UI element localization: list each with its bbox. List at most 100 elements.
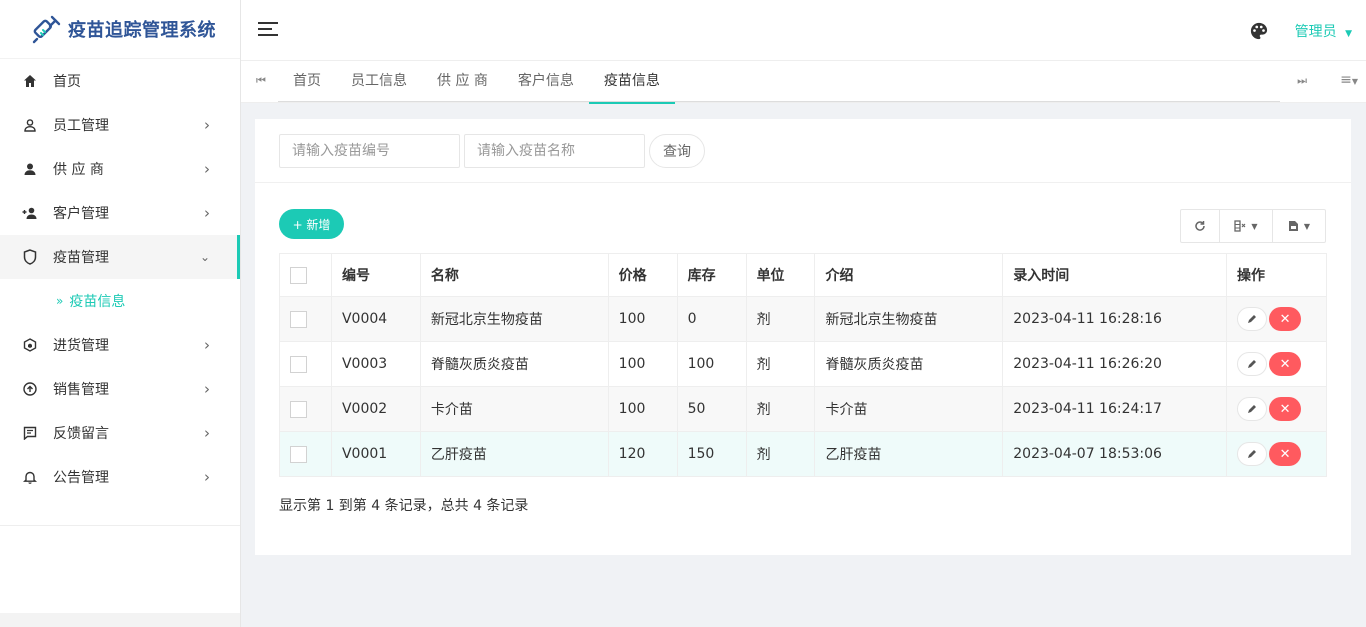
- row-checkbox[interactable]: [290, 355, 307, 373]
- column-header[interactable]: 录入时间: [1002, 253, 1228, 297]
- delete-close-icon[interactable]: ✕: [1269, 307, 1302, 331]
- tab-scroll-left-icon[interactable]: ⏮: [256, 74, 266, 88]
- sidebar-subitem-vaccine-info[interactable]: » 疫苗信息: [0, 279, 240, 323]
- table-cell: 2023-04-11 16:28:16: [1002, 296, 1228, 342]
- row-checkbox[interactable]: [290, 310, 307, 328]
- delete-close-icon[interactable]: ✕: [1269, 352, 1302, 376]
- tabs-divider: [278, 101, 1280, 102]
- row-checkbox[interactable]: [290, 445, 307, 463]
- app-title: 疫苗追踪管理系统: [68, 20, 216, 41]
- content-panel: 查询 + 新增 ▼ ▼ 编号 名称 价格 库存 单位: [255, 119, 1351, 555]
- syringe-logo-icon: [32, 15, 61, 44]
- sidebar-item-7[interactable]: 反馈留言 ›: [0, 411, 240, 455]
- chevron-right-icon: ›: [204, 424, 210, 442]
- sidebar-item-6[interactable]: 销售管理 ›: [0, 367, 240, 411]
- column-header[interactable]: 单位: [745, 253, 816, 297]
- table-row[interactable]: V0002 卡介苗 100 50 剂卡介苗 2023-04-11 16:24:17 ✕: [279, 386, 1327, 432]
- box-icon: [22, 337, 38, 353]
- column-header[interactable]: 介绍: [814, 253, 1004, 297]
- row-checkbox[interactable]: [290, 400, 307, 418]
- tab-2[interactable]: 供 应 商: [422, 61, 503, 103]
- sidebar-item-label: 销售管理: [53, 382, 109, 398]
- edit-pencil-icon[interactable]: [1237, 307, 1268, 331]
- sidebar: 疫苗追踪管理系统 首页 员工管理 › 供 应 商 › 客户管理 › 疫苗管理 ⌄ » 疫苗信息 进货管…: [0, 0, 241, 627]
- user-add-icon: [22, 205, 38, 221]
- actions-cell: ✕: [1226, 341, 1327, 387]
- palette-icon[interactable]: [1250, 22, 1268, 40]
- select-all-checkbox[interactable]: [290, 266, 307, 284]
- table-cell: 0: [676, 296, 747, 342]
- refresh-icon[interactable]: [1181, 210, 1220, 242]
- table-row[interactable]: V0001 乙肝疫苗 120 150 剂乙肝疫苗 2023-04-07 18:53:06 ✕: [279, 431, 1327, 477]
- sidebar-item-label: 供 应 商: [53, 162, 104, 178]
- pagination-info: 显示第 1 到第 4 条记录，总共 4 条记录: [279, 498, 529, 514]
- column-header[interactable]: 库存: [676, 253, 747, 297]
- edit-pencil-icon[interactable]: [1237, 352, 1268, 376]
- chevron-down-icon: ⌄: [199, 250, 210, 264]
- shield-icon: [22, 249, 38, 265]
- user-name: 管理员: [1294, 24, 1337, 40]
- sidebar-item-5[interactable]: 进货管理 ›: [0, 323, 240, 367]
- chevron-right-icon: ›: [204, 380, 210, 398]
- home-icon: [22, 73, 38, 89]
- table-cell: 剂: [745, 341, 816, 387]
- tab-options-icon[interactable]: ≡▼: [1340, 72, 1358, 88]
- sidebar-item-3[interactable]: 客户管理 ›: [0, 191, 240, 235]
- table-cell: 新冠北京生物疫苗: [419, 296, 609, 342]
- search-row: 查询: [255, 119, 1351, 183]
- table-cell: 剂: [745, 431, 816, 477]
- export-icon[interactable]: ▼: [1273, 210, 1325, 242]
- table-cell: 脊髓灰质炎疫苗: [814, 341, 1004, 387]
- upload-circle-icon: [22, 381, 38, 397]
- tab-0[interactable]: 首页: [278, 61, 336, 103]
- columns-toggle-icon[interactable]: ▼: [1220, 210, 1273, 242]
- sidebar-item-1[interactable]: 员工管理 ›: [0, 103, 240, 147]
- table-row[interactable]: V0003 脊髓灰质炎疫苗 100 100 剂脊髓灰质炎疫苗 2023-04-11 16:…: [279, 341, 1327, 387]
- sidebar-footer: [0, 613, 240, 627]
- table-cell: 100: [607, 341, 678, 387]
- sidebar-item-2[interactable]: 供 应 商 ›: [0, 147, 240, 191]
- logo[interactable]: 疫苗追踪管理系统: [0, 0, 240, 59]
- table-cell: 卡介苗: [814, 386, 1004, 432]
- vaccine-name-input[interactable]: [464, 134, 645, 168]
- tab-3[interactable]: 客户信息: [503, 61, 589, 103]
- tab-1[interactable]: 员工信息: [336, 61, 422, 103]
- column-header[interactable]: 编号: [330, 253, 421, 297]
- user-menu[interactable]: 管理员 ▼: [1295, 21, 1352, 41]
- column-header[interactable]: 名称: [419, 253, 609, 297]
- sidebar-item-0[interactable]: 首页: [0, 59, 240, 103]
- table-cell: 100: [607, 386, 678, 432]
- tab-scroll-right-icon[interactable]: ⏭: [1297, 74, 1307, 88]
- sidebar-item-label: 公告管理: [53, 470, 109, 486]
- select-cell: [279, 341, 332, 387]
- user-outline-icon: [22, 117, 38, 133]
- table-cell: 剂: [745, 296, 816, 342]
- delete-close-icon[interactable]: ✕: [1269, 397, 1302, 421]
- sidebar-item-label: 反馈留言: [53, 426, 109, 442]
- sidebar-item-8[interactable]: 公告管理 ›: [0, 455, 240, 499]
- table-cell: V0004: [330, 296, 421, 342]
- tab-4[interactable]: 疫苗信息: [588, 61, 675, 104]
- select-all-cell: [279, 253, 332, 297]
- edit-pencil-icon[interactable]: [1237, 442, 1268, 466]
- table-row[interactable]: V0004 新冠北京生物疫苗 100 0 剂新冠北京生物疫苗 2023-04-11 16:…: [279, 296, 1327, 342]
- double-chevron-icon: »: [56, 294, 64, 308]
- vaccine-code-input[interactable]: [279, 134, 460, 168]
- add-button[interactable]: + 新增: [279, 209, 344, 239]
- chevron-right-icon: ›: [204, 160, 210, 178]
- sidebar-item-4[interactable]: 疫苗管理 ⌄: [0, 235, 240, 279]
- table-cell: 乙肝疫苗: [814, 431, 1004, 477]
- table-toolbar: ▼ ▼: [1180, 209, 1326, 243]
- chevron-right-icon: ›: [204, 336, 210, 354]
- query-button[interactable]: 查询: [649, 134, 705, 168]
- top-header: 管理员 ▼: [241, 0, 1366, 61]
- delete-close-icon[interactable]: ✕: [1269, 442, 1302, 466]
- column-header[interactable]: 价格: [607, 253, 678, 297]
- vaccine-table: 编号 名称 价格 库存 单位 介绍 录入时间 操作 V0004 新冠北京生物疫苗 1…: [279, 253, 1327, 477]
- menu-toggle-icon[interactable]: [258, 22, 278, 38]
- actions-cell: ✕: [1226, 431, 1327, 477]
- actions-cell: ✕: [1226, 296, 1327, 342]
- chevron-right-icon: ›: [204, 204, 210, 222]
- table-cell: 2023-04-07 18:53:06: [1002, 431, 1228, 477]
- edit-pencil-icon[interactable]: [1237, 397, 1268, 421]
